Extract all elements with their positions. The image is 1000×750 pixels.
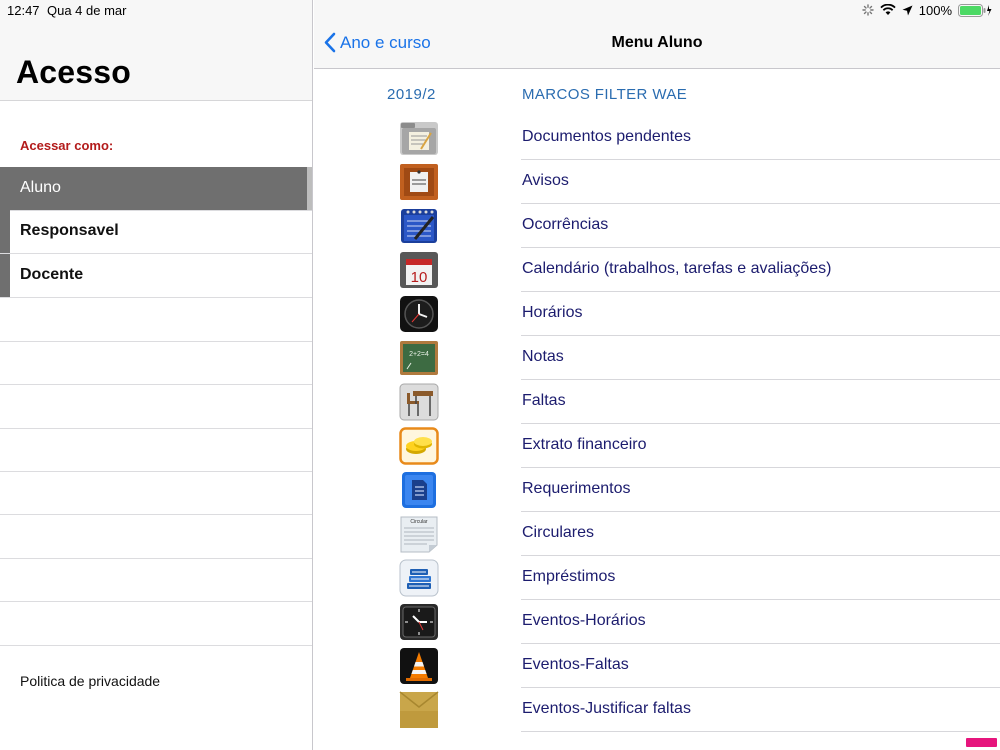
menu-item-eventos-justificar-faltas[interactable]: Eventos-Justificar faltas bbox=[314, 688, 1000, 732]
role-marker bbox=[0, 210, 10, 253]
menu-item-avisos[interactable]: Avisos bbox=[314, 160, 1000, 204]
ipad-screen: 12:47 Qua 4 de mar Acesso Acessar como: … bbox=[0, 0, 1000, 750]
menu-item-faltas[interactable]: Faltas bbox=[314, 380, 1000, 424]
gold-coins-icon bbox=[399, 427, 439, 465]
access-sidebar: 12:47 Qua 4 de mar Acesso Acessar como: … bbox=[0, 0, 313, 750]
menu-item-calendario[interactable]: 10 Calendário (trabalhos, tarefas e aval… bbox=[314, 248, 1000, 292]
battery-percentage: 100% bbox=[918, 2, 952, 18]
empty-row bbox=[0, 428, 312, 472]
menu-item-notas[interactable]: 2+2=4 Notas bbox=[314, 336, 1000, 380]
traffic-cone-icon bbox=[400, 648, 438, 684]
school-desk-icon bbox=[399, 383, 439, 421]
calendar-icon: 10 bbox=[400, 252, 438, 288]
menu-item-horarios[interactable]: Horários bbox=[314, 292, 1000, 336]
menu-item-eventos-horarios[interactable]: Eventos-Horários bbox=[314, 600, 1000, 644]
menu-item-label: Faltas bbox=[522, 392, 566, 409]
location-arrow-icon bbox=[902, 5, 913, 15]
watermark-badge bbox=[966, 738, 997, 747]
role-marker bbox=[0, 254, 10, 297]
sidebar-header: 12:47 Qua 4 de mar Acesso bbox=[0, 0, 312, 101]
menu-item-label: Empréstimos bbox=[522, 568, 616, 585]
empty-row bbox=[0, 515, 312, 559]
menu-item-ocorrencias[interactable]: Ocorrências bbox=[314, 204, 1000, 248]
sidebar-title: Acesso bbox=[16, 54, 132, 90]
role-item-aluno[interactable]: Aluno bbox=[0, 167, 312, 211]
menu-item-documentos-pendentes[interactable]: Documentos pendentes bbox=[314, 116, 1000, 160]
menu-item-label: Extrato financeiro bbox=[522, 436, 647, 453]
student-menu-panel: 100% Ano e curso Menu Aluno 2019/2 MARCO… bbox=[314, 0, 1000, 750]
menu-item-label: Ocorrências bbox=[522, 216, 609, 233]
student-info-row: 2019/2 MARCOS FILTER WAE bbox=[314, 80, 1000, 110]
menu-item-label: Eventos-Horários bbox=[522, 612, 646, 629]
empty-row bbox=[0, 341, 312, 385]
menu-item-label: Eventos-Faltas bbox=[522, 656, 629, 673]
notice-board-icon bbox=[400, 164, 438, 200]
menu-item-label: Circulares bbox=[522, 524, 595, 541]
empty-row bbox=[0, 298, 312, 342]
status-time: 12:47 bbox=[7, 3, 40, 18]
role-item-label: Aluno bbox=[20, 179, 61, 196]
envelope-icon bbox=[399, 691, 439, 728]
menu-item-requerimentos[interactable]: Requerimentos bbox=[314, 468, 1000, 512]
battery-charging-icon bbox=[958, 3, 992, 17]
navigation-bar: 100% Ano e curso Menu Aluno bbox=[314, 0, 1000, 69]
page-title: Menu Aluno bbox=[611, 34, 703, 51]
row-divider bbox=[521, 731, 1000, 732]
selection-indicator bbox=[307, 167, 312, 210]
menu-item-label: Notas bbox=[522, 348, 564, 365]
wall-clock-icon bbox=[400, 604, 438, 640]
status-date: Qua 4 de mar bbox=[47, 3, 127, 18]
empty-row bbox=[0, 602, 312, 646]
circular-paper-icon: Circular bbox=[400, 516, 438, 553]
document-icon bbox=[402, 472, 436, 508]
academic-year: 2019/2 bbox=[387, 86, 436, 103]
status-indicators: 100% bbox=[862, 2, 992, 18]
role-item-responsavel[interactable]: Responsavel bbox=[0, 210, 312, 254]
calendar-day-text: 10 bbox=[411, 269, 428, 286]
access-as-label: Acessar como: bbox=[20, 138, 114, 153]
menu-item-eventos-faltas[interactable]: Eventos-Faltas bbox=[314, 644, 1000, 688]
menu-item-label: Eventos-Justificar faltas bbox=[522, 700, 691, 717]
menu-item-circulares[interactable]: Circular Circulares bbox=[314, 512, 1000, 556]
activity-spinner-icon bbox=[862, 4, 874, 16]
menu-item-emprestimos[interactable]: Empréstimos bbox=[314, 556, 1000, 600]
folder-icon bbox=[400, 122, 438, 155]
privacy-policy-link[interactable]: Politica de privacidade bbox=[20, 673, 160, 689]
chalkboard-icon: 2+2=4 bbox=[400, 341, 438, 375]
notebook-pen-icon bbox=[401, 209, 437, 243]
empty-row bbox=[0, 471, 312, 515]
menu-item-label: Calendário (trabalhos, tarefas e avaliaç… bbox=[522, 260, 832, 277]
wifi-icon bbox=[880, 4, 896, 15]
role-item-docente[interactable]: Docente bbox=[0, 254, 312, 298]
menu-item-label: Requerimentos bbox=[522, 480, 631, 497]
clock-icon bbox=[400, 296, 438, 332]
menu-item-extrato-financeiro[interactable]: Extrato financeiro bbox=[314, 424, 1000, 468]
menu-item-label: Avisos bbox=[522, 172, 569, 189]
menu-item-label: Horários bbox=[522, 304, 583, 321]
empty-row bbox=[0, 558, 312, 602]
chalkboard-text: 2+2=4 bbox=[409, 351, 429, 358]
role-item-label: Docente bbox=[20, 266, 84, 283]
books-icon bbox=[399, 559, 439, 597]
role-item-label: Responsavel bbox=[20, 222, 119, 239]
student-name: MARCOS FILTER WAE bbox=[522, 86, 688, 103]
menu-item-label: Documentos pendentes bbox=[522, 128, 691, 145]
empty-row bbox=[0, 385, 312, 429]
circular-icon-text: Circular bbox=[410, 519, 428, 525]
